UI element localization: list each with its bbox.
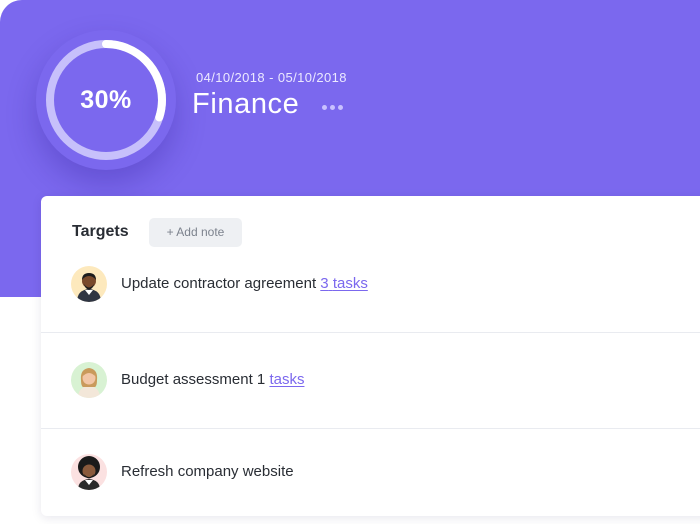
target-row[interactable]: Budget assessment 1 tasks <box>41 358 700 428</box>
target-text: Update contractor agreement 3 tasks <box>121 275 368 292</box>
avatar <box>71 362 107 398</box>
progress-ring: 30% <box>36 30 176 170</box>
goal-title: Finance <box>192 88 300 120</box>
task-link-label: tasks <box>332 275 368 292</box>
targets-card: Targets + Add note Update contractor agr… <box>41 196 700 516</box>
avatar <box>71 266 107 302</box>
target-row[interactable]: Refresh company website <box>41 454 700 524</box>
person-avatar-icon <box>78 368 100 398</box>
dot <box>322 105 327 110</box>
target-label: Refresh company website <box>121 463 294 480</box>
task-count: 3 <box>320 275 329 292</box>
task-count-link[interactable]: 3 tasks <box>320 275 368 292</box>
add-note-button[interactable]: + Add note <box>149 218 242 247</box>
person-avatar-icon <box>78 456 100 490</box>
more-options-icon[interactable] <box>322 105 344 111</box>
progress-percentage: 30% <box>80 86 132 114</box>
task-count: 1 <box>256 371 266 388</box>
target-text: Budget assessment 1 tasks <box>121 371 304 388</box>
target-label: Budget assessment <box>121 371 253 388</box>
target-row[interactable]: Update contractor agreement 3 tasks <box>41 262 700 332</box>
person-avatar-icon <box>77 273 101 302</box>
target-text: Refresh company website <box>121 463 294 480</box>
target-label: Update contractor agreement <box>121 275 317 292</box>
dot <box>338 105 343 110</box>
row-divider <box>41 332 700 333</box>
goal-date-range: 04/10/2018 - 05/10/2018 <box>196 70 347 85</box>
row-divider <box>41 428 700 429</box>
dot <box>330 105 335 110</box>
avatar <box>71 454 107 490</box>
task-link[interactable]: tasks <box>269 371 304 388</box>
targets-title: Targets <box>72 223 129 240</box>
